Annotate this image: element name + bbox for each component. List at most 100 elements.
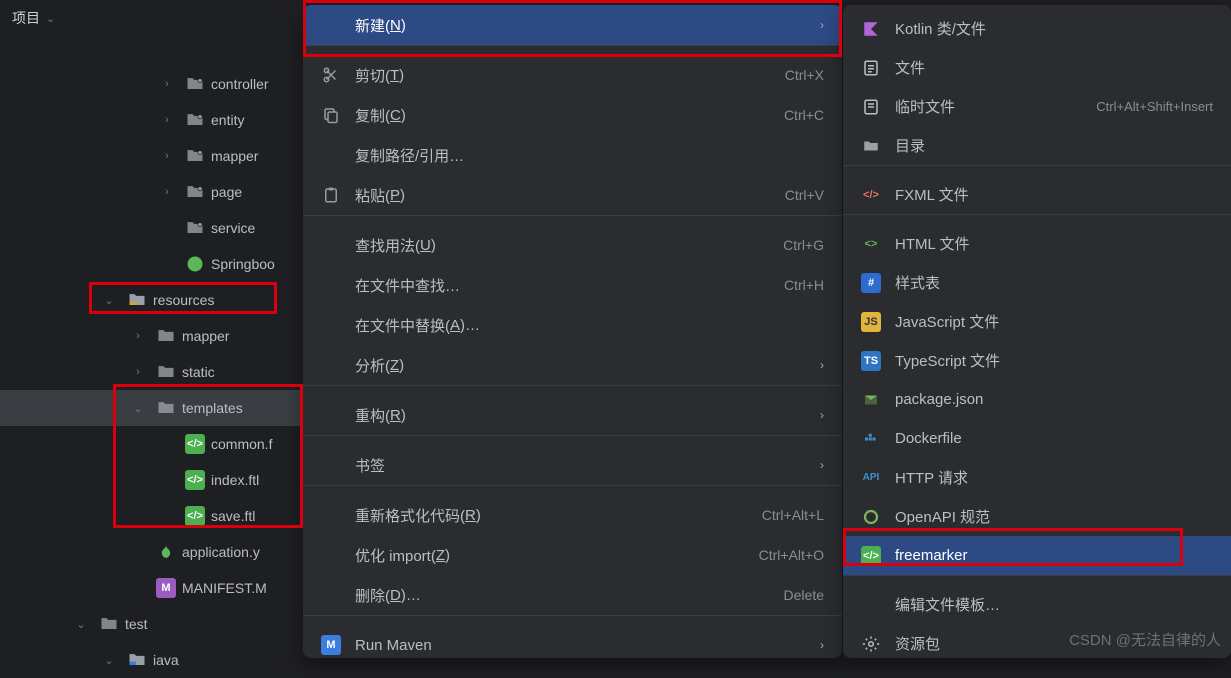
submenu-item-label: Kotlin 类/文件	[895, 18, 1213, 39]
new-submenu: Kotlin 类/文件文件临时文件Ctrl+Alt+Shift+Insert目录…	[843, 5, 1231, 658]
submenu-item[interactable]: TSTypeScript 文件	[843, 341, 1231, 380]
submenu-item[interactable]: <>HTML 文件	[843, 224, 1231, 263]
npm-icon	[861, 390, 881, 410]
gear-icon	[861, 634, 881, 654]
submenu-item[interactable]: package.json	[843, 380, 1231, 419]
tree-chevron-icon[interactable]: ⌄	[69, 618, 93, 631]
submenu-item[interactable]: 编辑文件模板…	[843, 585, 1231, 624]
tree-chevron-icon[interactable]: ›	[126, 330, 150, 342]
submenu-item[interactable]: 目录	[843, 126, 1231, 165]
menu-item[interactable]: MRun Maven›	[303, 625, 842, 658]
chevron-down-icon: ⌄	[46, 12, 55, 25]
submenu-item[interactable]: APIHTTP 请求	[843, 458, 1231, 497]
submenu-item-label: FXML 文件	[895, 184, 1213, 205]
tree-label: static	[182, 364, 215, 380]
menu-item-label: 重新格式化代码(R)	[355, 505, 748, 526]
blank-icon	[321, 355, 341, 375]
tree-row[interactable]: › mapper	[0, 138, 300, 174]
menu-item[interactable]: 复制(C) Ctrl+C	[303, 95, 842, 135]
menu-item[interactable]: 重新格式化代码(R) Ctrl+Alt+L	[303, 495, 842, 535]
css-icon: #	[861, 273, 881, 293]
menu-item[interactable]: 在文件中查找…Ctrl+H	[303, 265, 842, 305]
tree-row[interactable]: </>save.ftl	[0, 498, 300, 534]
submenu-item[interactable]: </>freemarker	[843, 536, 1231, 575]
submenu-item-label: 临时文件	[895, 96, 1082, 117]
folder-icon	[156, 398, 176, 418]
menu-shortcut: Ctrl+H	[784, 277, 824, 293]
menu-item[interactable]: 在文件中替换(A)…	[303, 305, 842, 345]
tree-label: controller	[211, 76, 269, 92]
submenu-item-label: package.json	[895, 391, 1213, 408]
submenu-item[interactable]: # 样式表	[843, 263, 1231, 302]
menu-item[interactable]: 重构(R)›	[303, 395, 842, 435]
chevron-right-icon: ›	[820, 408, 824, 422]
menu-item[interactable]: 删除(D)…Delete	[303, 575, 842, 615]
tree-row[interactable]: </>index.ftl	[0, 462, 300, 498]
tree-row[interactable]: ›entity	[0, 102, 300, 138]
watermark: CSDN @无法自律的人	[1069, 629, 1221, 650]
submenu-item[interactable]: 临时文件Ctrl+Alt+Shift+Insert	[843, 87, 1231, 126]
menu-item-label: 复制(C)	[355, 105, 770, 126]
submenu-item[interactable]: </>FXML 文件	[843, 175, 1231, 214]
chevron-right-icon: ›	[820, 18, 824, 32]
tree-row[interactable]: MMANIFEST.M	[0, 570, 300, 606]
submenu-item[interactable]: OpenAPI 规范	[843, 497, 1231, 536]
menu-shortcut: Ctrl+X	[785, 67, 824, 83]
scratch-icon	[861, 97, 881, 117]
submenu-item[interactable]: 文件	[843, 48, 1231, 87]
menu-shortcut: Ctrl+Alt+L	[762, 507, 824, 523]
tree-row[interactable]: ⌄templates	[0, 390, 300, 426]
tree-label: common.f	[211, 436, 272, 452]
project-panel-header[interactable]: 项目 ⌄	[0, 0, 300, 36]
menu-item[interactable]: 优化 import(Z)Ctrl+Alt+O	[303, 535, 842, 575]
tree-chevron-icon[interactable]: ›	[155, 114, 179, 126]
tree-row[interactable]: ⌄test	[0, 606, 300, 642]
tree-chevron-icon[interactable]: ›	[155, 78, 179, 90]
submenu-item-label: HTTP 请求	[895, 467, 1213, 488]
tree-row[interactable]: ⌄resources	[0, 282, 300, 318]
chevron-right-icon: ›	[820, 458, 824, 472]
tree-row[interactable]: ›mapper	[0, 318, 300, 354]
folder-new-icon	[861, 136, 881, 156]
menu-item[interactable]: 查找用法(U)Ctrl+G	[303, 225, 842, 265]
folder-dot-icon	[185, 146, 205, 166]
tree-chevron-icon[interactable]: ⌄	[126, 402, 150, 415]
folder-dot-icon	[185, 110, 205, 130]
submenu-item[interactable]: Dockerfile	[843, 419, 1231, 458]
tree-row[interactable]: Springboo	[0, 246, 300, 282]
blank-icon	[321, 505, 341, 525]
ftl-icon: </>	[861, 546, 881, 566]
ftl-icon: </>	[185, 470, 205, 490]
menu-item[interactable]: 新建(N)›	[303, 5, 842, 45]
menu-shortcut: Ctrl+G	[783, 237, 824, 253]
tree-label: MANIFEST.M	[182, 580, 267, 596]
copy-icon	[321, 105, 341, 125]
tree-row[interactable]: service	[0, 210, 300, 246]
tree-chevron-icon[interactable]: ›	[126, 366, 150, 378]
submenu-item[interactable]: JSJavaScript 文件	[843, 302, 1231, 341]
menu-shortcut: Ctrl+Alt+O	[759, 547, 824, 563]
folder-icon	[156, 362, 176, 382]
tree-row[interactable]: › controller	[0, 66, 300, 102]
tree-chevron-icon[interactable]: ⌄	[97, 294, 121, 307]
tree-row[interactable]: </>common.f	[0, 426, 300, 462]
submenu-item[interactable]: Kotlin 类/文件	[843, 9, 1231, 48]
tree-row[interactable]: ⌄iava	[0, 642, 300, 678]
tree-chevron-icon[interactable]: ⌄	[97, 654, 121, 667]
menu-item[interactable]: 剪切(T)Ctrl+X	[303, 55, 842, 95]
tree-row[interactable]: application.y	[0, 534, 300, 570]
menu-shortcut: Ctrl+C	[784, 107, 824, 123]
blank-icon	[321, 585, 341, 605]
tree-chevron-icon[interactable]: ›	[155, 186, 179, 198]
tree-label: mapper	[211, 148, 258, 164]
menu-item[interactable]: 分析(Z)›	[303, 345, 842, 385]
tree-row[interactable]: › static	[0, 354, 300, 390]
submenu-item-label: 样式表	[895, 272, 1213, 293]
menu-item-label: 复制路径/引用…	[355, 145, 824, 166]
submenu-item-label: OpenAPI 规范	[895, 506, 1213, 527]
tree-chevron-icon[interactable]: ›	[155, 150, 179, 162]
menu-item[interactable]: 复制路径/引用…	[303, 135, 842, 175]
tree-row[interactable]: ›page	[0, 174, 300, 210]
menu-item[interactable]: 书签›	[303, 445, 842, 485]
menu-item[interactable]: 粘贴(P)Ctrl+V	[303, 175, 842, 215]
